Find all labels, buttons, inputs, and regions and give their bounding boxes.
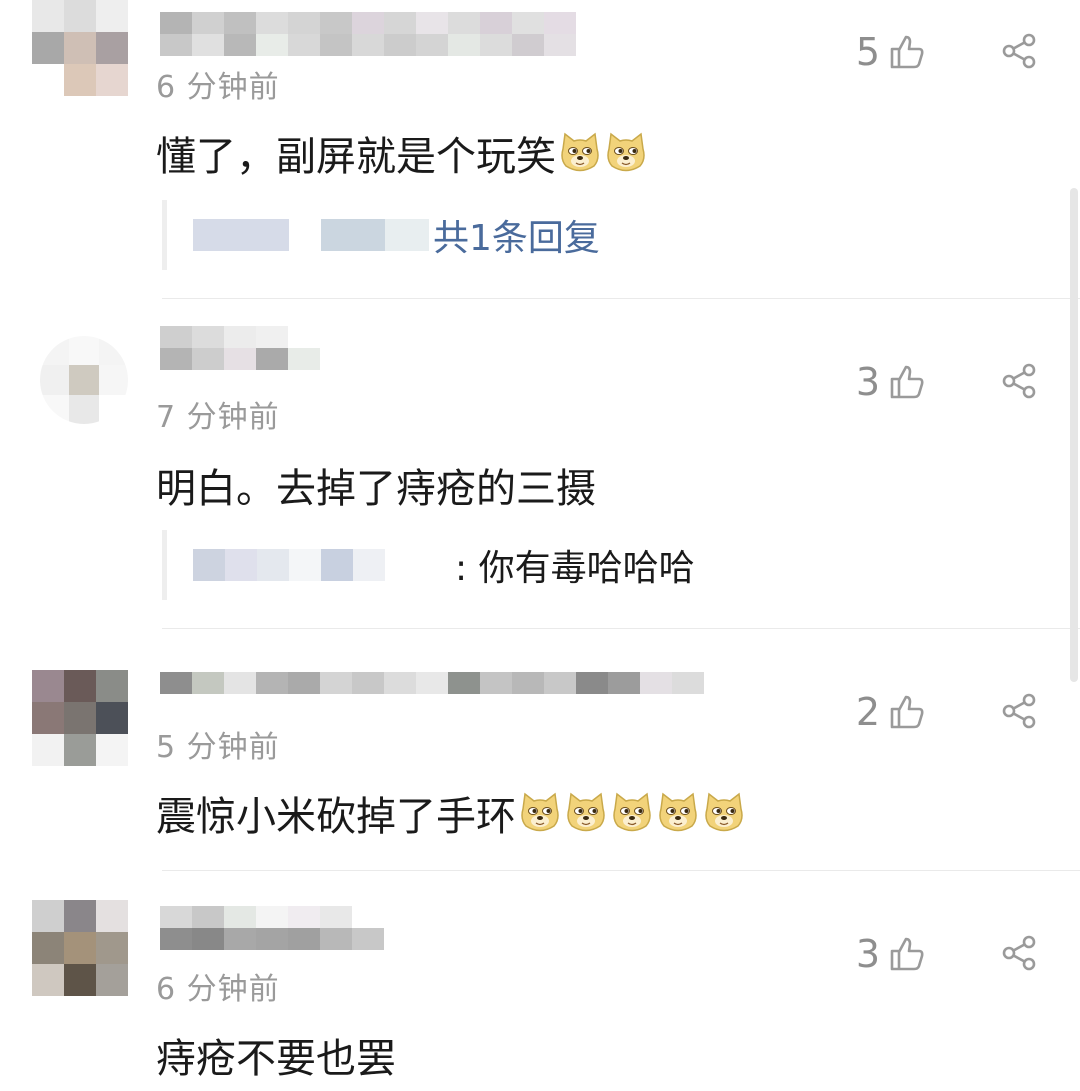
like-count: 3: [855, 932, 880, 976]
doge-emoji-icon: [521, 792, 559, 832]
like-button[interactable]: 3: [852, 360, 926, 404]
thumbs-up-icon: [890, 937, 924, 971]
comment-time: 6 分钟前: [156, 70, 280, 105]
reply-preview[interactable]: : 你有毒哈哈哈: [162, 530, 727, 600]
like-count: 3: [855, 360, 880, 404]
like-button[interactable]: 5: [852, 30, 926, 74]
comment-time: 5 分钟前: [156, 730, 280, 765]
like-button[interactable]: 3: [852, 932, 926, 976]
doge-emoji-icon: [613, 792, 651, 832]
share-icon[interactable]: [1000, 934, 1038, 972]
share-icon[interactable]: [1000, 692, 1038, 730]
doge-emoji-icon: [705, 792, 743, 832]
like-button[interactable]: 2: [852, 690, 926, 734]
view-replies-link[interactable]: 共1条回复: [433, 209, 600, 261]
comment-time: 7 分钟前: [156, 400, 280, 435]
comment-time: 6 分钟前: [156, 972, 280, 1007]
like-count: 2: [855, 690, 880, 734]
username-blurred[interactable]: [160, 906, 384, 956]
share-icon[interactable]: [1000, 32, 1038, 70]
comment-list: 6 分钟前 5 懂了，副屏就是个玩笑 共1条回复 7 分钟前 3 明白。去掉了痔…: [0, 0, 1080, 1091]
username-blurred[interactable]: [160, 672, 704, 722]
reply-username-blurred: [193, 549, 449, 581]
thumbs-up-icon: [890, 695, 924, 729]
reply-preview[interactable]: 共1条回复: [162, 200, 627, 270]
doge-emoji-icon: [567, 792, 605, 832]
thumbs-up-icon: [890, 35, 924, 69]
avatar[interactable]: [32, 670, 128, 766]
divider: [162, 628, 1080, 629]
scrollbar[interactable]: [1070, 188, 1078, 682]
comment-text: 明白。去掉了痔疮的三摄: [156, 466, 596, 512]
avatar[interactable]: [32, 0, 128, 96]
avatar[interactable]: [40, 336, 128, 424]
comment-text: 懂了，副屏就是个玩笑: [156, 124, 648, 182]
divider: [162, 870, 1080, 871]
like-count: 5: [855, 30, 880, 74]
avatar[interactable]: [32, 900, 128, 996]
doge-emoji-icon: [561, 132, 599, 172]
doge-emoji-icon: [659, 792, 697, 832]
comment-text: 痔疮不要也罢: [156, 1036, 396, 1082]
divider: [162, 298, 1080, 299]
comment-text: 震惊小米砍掉了手环: [156, 784, 746, 842]
reply-text: : 你有毒哈哈哈: [455, 548, 695, 589]
share-icon[interactable]: [1000, 362, 1038, 400]
thumbs-up-icon: [890, 365, 924, 399]
username-blurred[interactable]: [160, 12, 576, 62]
reply-username-blurred: [193, 219, 429, 251]
doge-emoji-icon: [607, 132, 645, 172]
username-blurred[interactable]: [160, 326, 320, 376]
